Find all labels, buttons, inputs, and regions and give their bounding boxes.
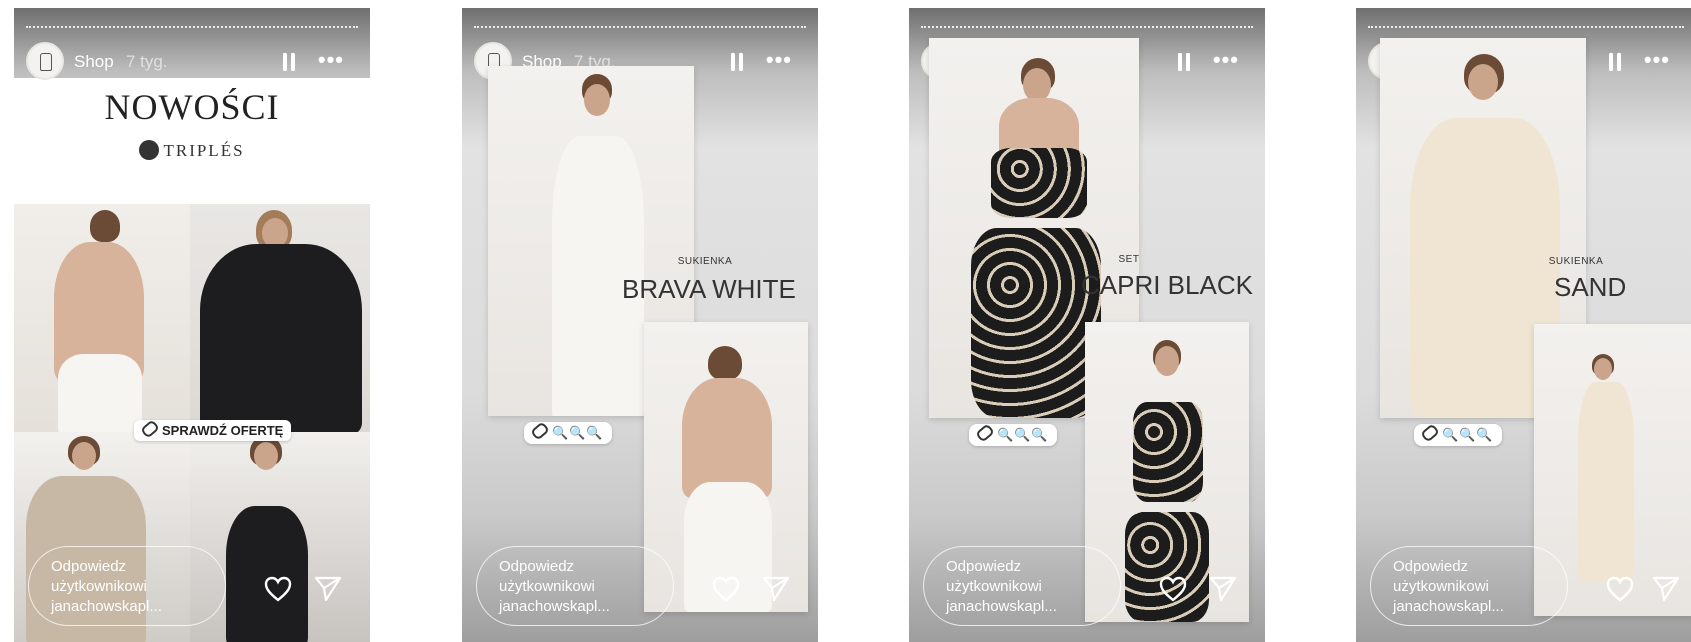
reply-input[interactable]: Odpowiedz użytkownikowi janachowskapl... bbox=[28, 546, 226, 626]
send-icon[interactable] bbox=[1652, 574, 1680, 602]
brand-name: TRIPLÉS bbox=[14, 140, 370, 161]
story-progress-bar bbox=[26, 26, 358, 31]
story-title: NOWOŚCI bbox=[104, 87, 280, 127]
reply-line-2: użytkownikowi bbox=[946, 578, 1042, 595]
sticker-text: 🔍🔍🔍 bbox=[1442, 427, 1494, 442]
reply-line-3: janachowskapl... bbox=[946, 598, 1057, 615]
story-time: 7 tyg. bbox=[126, 52, 168, 71]
more-icon[interactable]: ••• bbox=[318, 49, 344, 71]
link-icon bbox=[530, 421, 550, 441]
heart-icon[interactable] bbox=[712, 576, 740, 602]
sticker-text: 🔍🔍🔍 bbox=[552, 425, 604, 440]
product-type: SUKIENKA bbox=[1548, 256, 1604, 267]
product-type: SUKIENKA bbox=[677, 256, 733, 267]
brand-label: TRIPLÉS bbox=[163, 141, 245, 160]
link-icon bbox=[1420, 423, 1440, 443]
reply-input[interactable]: Odpowiedz użytkownikowi janachowskapl... bbox=[476, 546, 674, 626]
search-sticker[interactable]: 🔍🔍🔍 bbox=[524, 421, 612, 444]
pause-icon[interactable] bbox=[730, 53, 744, 71]
reply-line-3: janachowskapl... bbox=[499, 598, 610, 615]
check-offer-label: SPRAWDŹ OFERTĘ bbox=[162, 423, 284, 438]
pause-icon[interactable] bbox=[1177, 53, 1191, 71]
product-name: SAND bbox=[1554, 272, 1627, 302]
reply-line-1: Odpowiedz bbox=[51, 558, 127, 575]
story-card-2[interactable]: Shop 7 tyg. ••• SUKIENKA BRAVA WHITE 🔍🔍🔍… bbox=[462, 8, 818, 642]
product-photo-2 bbox=[190, 204, 370, 432]
story-card-4[interactable]: Shop 7 tyg. ••• SUKIENKA SAND 🔍🔍🔍 Odpowi… bbox=[1356, 8, 1691, 642]
product-type: SET bbox=[1118, 254, 1140, 265]
heart-icon[interactable] bbox=[264, 576, 292, 602]
reply-line-1: Odpowiedz bbox=[499, 558, 575, 575]
story-progress-bar bbox=[474, 26, 806, 31]
reply-line-2: użytkownikowi bbox=[51, 578, 147, 595]
pause-icon[interactable] bbox=[282, 53, 296, 71]
shop-name[interactable]: Shop bbox=[74, 52, 114, 72]
reply-line-1: Odpowiedz bbox=[1393, 558, 1469, 575]
reply-line-3: janachowskapl... bbox=[51, 598, 162, 615]
check-offer-button[interactable]: SPRAWDŹ OFERTĘ bbox=[134, 419, 292, 441]
story-card-1[interactable]: Shop 7 tyg. ••• NOWOŚCI TRIPLÉS SPRAWDŹ … bbox=[14, 8, 370, 642]
more-icon[interactable]: ••• bbox=[1644, 49, 1670, 71]
story-header: Shop 7 tyg. ••• bbox=[26, 42, 358, 82]
link-icon bbox=[140, 419, 160, 439]
search-sticker[interactable]: 🔍🔍🔍 bbox=[1414, 423, 1502, 446]
product-name: CAPRI BLACK bbox=[1081, 270, 1253, 300]
reply-input[interactable]: Odpowiedz użytkownikowi janachowskapl... bbox=[1370, 546, 1568, 626]
pause-icon[interactable] bbox=[1608, 53, 1622, 71]
product-name: BRAVA WHITE bbox=[622, 274, 796, 304]
search-sticker[interactable]: 🔍🔍🔍 bbox=[969, 423, 1057, 446]
story-progress-bar bbox=[1368, 26, 1684, 31]
product-photo-1 bbox=[14, 204, 190, 432]
reply-line-3: janachowskapl... bbox=[1393, 598, 1504, 615]
reply-line-2: użytkownikowi bbox=[1393, 578, 1489, 595]
reply-line-1: Odpowiedz bbox=[946, 558, 1022, 575]
link-icon bbox=[975, 423, 995, 443]
reply-input[interactable]: Odpowiedz użytkownikowi janachowskapl... bbox=[923, 546, 1121, 626]
heart-icon[interactable] bbox=[1606, 576, 1634, 602]
heart-icon[interactable] bbox=[1159, 576, 1187, 602]
shop-avatar[interactable] bbox=[26, 42, 64, 80]
more-icon[interactable]: ••• bbox=[766, 49, 792, 71]
sticker-text: 🔍🔍🔍 bbox=[997, 427, 1049, 442]
more-icon[interactable]: ••• bbox=[1213, 49, 1239, 71]
send-icon[interactable] bbox=[1209, 574, 1237, 602]
send-icon[interactable] bbox=[762, 574, 790, 602]
brand-logo-icon bbox=[139, 140, 160, 160]
story-progress-bar bbox=[921, 26, 1253, 31]
story-card-3[interactable]: Shop 7 tyg. ••• SET CAPRI BLACK 🔍🔍🔍 Odpo… bbox=[909, 8, 1265, 642]
send-icon[interactable] bbox=[314, 574, 342, 602]
reply-line-2: użytkownikowi bbox=[499, 578, 595, 595]
